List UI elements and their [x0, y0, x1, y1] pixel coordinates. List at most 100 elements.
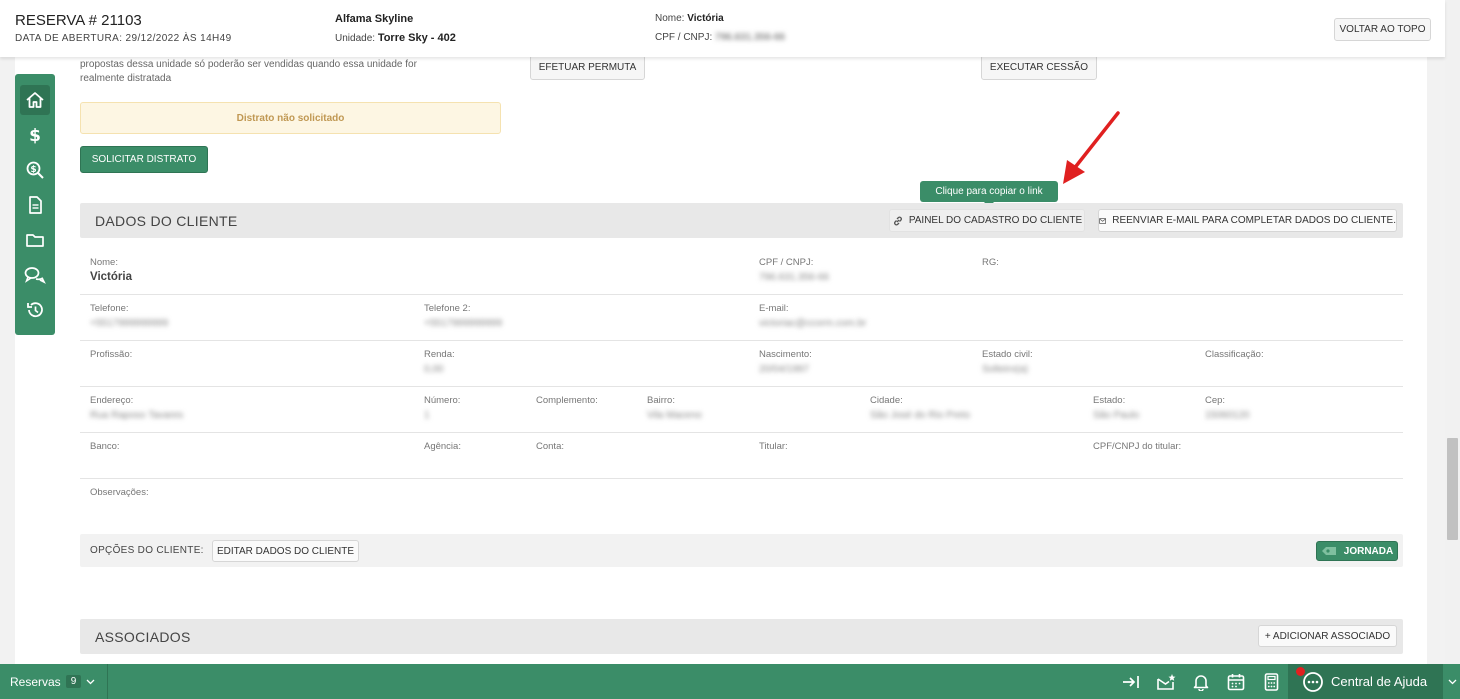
notifications-button[interactable] [1191, 672, 1211, 692]
signpost-icon [1321, 547, 1336, 555]
client-panel-label: PAINEL DO CADASTRO DO CLIENTE [908, 215, 1083, 226]
envelope-icon [1099, 217, 1106, 224]
messages-button[interactable] [1156, 672, 1176, 692]
doc-value: 796.631.356-66 [715, 32, 786, 43]
sidebar-item-history[interactable] [20, 295, 50, 325]
client-options-bar: OPÇÕES DO CLIENTE: EDITAR DADOS DO CLIEN… [80, 534, 1403, 567]
folder-icon [26, 234, 44, 247]
efetuar-permuta-button[interactable]: EFETUAR PERMUTA [530, 55, 645, 80]
calculator-icon [1264, 673, 1278, 691]
sidebar-item-folders[interactable] [20, 225, 50, 255]
svg-text:$: $ [30, 165, 36, 175]
distrato-status-alert: Distrato não solicitado [80, 102, 501, 134]
help-expand-toggle[interactable] [1445, 664, 1460, 699]
dollar-icon: $ [29, 126, 41, 145]
numero-value: 1 [424, 410, 430, 421]
profissao-label: Profissão: [90, 349, 133, 360]
journey-label: JORNADA [1343, 545, 1394, 557]
chevron-down-icon [86, 679, 95, 684]
opening-date: DATA DE ABERTURA: 29/12/2022 ÀS 14H49 [15, 33, 232, 44]
sidebar-nav: $ $ [15, 74, 55, 335]
nome-label: Nome: [90, 257, 118, 268]
page-scrollbar[interactable] [1445, 0, 1460, 664]
estado-civil-value: Solteiro(a) [982, 364, 1029, 375]
email-value: victoriac@ccorm.com.br [759, 318, 867, 329]
reservas-toggle[interactable]: Reservas 9 [0, 664, 108, 699]
endereco-label: Endereço: [90, 395, 134, 406]
bottom-toolbar: Reservas 9 Central de Ajuda [0, 664, 1460, 699]
unit-value: Torre Sky - 402 [377, 32, 456, 44]
scrollbar-thumb[interactable] [1447, 438, 1458, 540]
name-label: Nome: [655, 13, 685, 24]
cpf-label: CPF / CNPJ: [759, 257, 814, 268]
cep-label: Cep: [1205, 395, 1226, 406]
nascimento-value: 20/04/1997 [759, 364, 810, 375]
estado-label: Estado: [1093, 395, 1126, 406]
solicitar-distrato-button[interactable]: SOLICITAR DISTRATO [80, 146, 208, 173]
distrato-notice: propostas dessa unidade só poderão ser v… [80, 58, 417, 86]
associates-section-header: ASSOCIADOS + ADICIONAR ASSOCIADO [80, 619, 1403, 654]
cpf-titular-label: CPF/CNPJ do titular: [1093, 441, 1182, 452]
history-icon [27, 302, 43, 318]
sidebar-item-documents[interactable] [20, 190, 50, 220]
notification-dot [1296, 667, 1305, 676]
add-associate-button[interactable]: + ADICIONAR ASSOCIADO [1258, 625, 1397, 647]
nome-value: Victória [90, 271, 132, 283]
copy-link-tooltip: Clique para copiar o link [920, 181, 1058, 202]
bairro-value: Vila Maceno [647, 410, 702, 421]
name-value: Victória [687, 13, 724, 24]
notice-line-2: realmente distratada [80, 73, 172, 84]
reservas-label: Reservas [10, 674, 61, 689]
chat-help-icon [1303, 671, 1323, 692]
estado-value: São Paulo [1093, 410, 1140, 421]
cpf-value: 796.631.356-66 [759, 272, 830, 283]
project-name: Alfama Skyline [335, 13, 414, 25]
calculator-button[interactable] [1261, 672, 1281, 692]
complemento-label: Complemento: [536, 395, 598, 406]
sidebar-item-home[interactable] [20, 85, 50, 115]
telefone-label: Telefone: [90, 303, 129, 314]
sidebar-item-messages[interactable] [20, 260, 50, 290]
search-dollar-icon: $ [26, 161, 44, 179]
help-center-button[interactable]: Central de Ajuda [1288, 664, 1443, 699]
red-arrow-annotation [1063, 111, 1120, 184]
cep-value: 15060120 [1205, 410, 1250, 421]
renda-label: Renda: [424, 349, 455, 360]
chat-icon [24, 267, 46, 284]
observacoes-label: Observações: [90, 487, 149, 498]
rg-label: RG: [982, 257, 999, 268]
agencia-label: Agência: [424, 441, 461, 452]
calendar-button[interactable] [1226, 672, 1246, 692]
main-content [15, 57, 1427, 664]
doc-label: CPF / CNPJ: [655, 32, 713, 43]
row-divider [80, 478, 1403, 479]
client-options-label: OPÇÕES DO CLIENTE: [90, 545, 204, 556]
client-data-section-header: DADOS DO CLIENTE PAINEL DO CADASTRO DO C… [80, 203, 1403, 238]
sidebar-item-financial[interactable]: $ [20, 120, 50, 150]
edit-client-button[interactable]: EDITAR DADOS DO CLIENTE [212, 540, 359, 562]
help-center-label: Central de Ajuda [1331, 674, 1428, 689]
row-divider [80, 340, 1403, 341]
unit-label: Unidade: [335, 33, 376, 44]
row-divider [80, 294, 1403, 295]
bairro-label: Bairro: [647, 395, 675, 406]
cidade-value: São José do Rio Preto [870, 410, 971, 421]
resend-email-button[interactable]: REENVIAR E-MAIL PARA COMPLETAR DADOS DO … [1098, 209, 1397, 232]
back-to-top-button[interactable]: VOLTAR AO TOPO [1334, 18, 1431, 41]
executar-cessao-button[interactable]: EXECUTAR CESSÃO [981, 55, 1097, 80]
endereco-value: Rua Raposo Tavares [90, 410, 184, 421]
client-panel-button[interactable]: PAINEL DO CADASTRO DO CLIENTE [889, 209, 1085, 232]
client-name-info: Nome: Victória [655, 13, 724, 24]
home-icon [26, 92, 44, 108]
estado-civil-label: Estado civil: [982, 349, 1033, 360]
classificacao-label: Classificação: [1205, 349, 1264, 360]
row-divider [80, 432, 1403, 433]
reservation-title: RESERVA # 21103 [15, 12, 142, 29]
collapse-panel-button[interactable] [1121, 672, 1141, 692]
client-section-title: DADOS DO CLIENTE [95, 213, 238, 229]
email-label: E-mail: [759, 303, 789, 314]
journey-button[interactable]: JORNADA [1316, 541, 1398, 561]
sidebar-item-search-financial[interactable]: $ [20, 155, 50, 185]
reservation-header: RESERVA # 21103 DATA DE ABERTURA: 29/12/… [0, 0, 1445, 57]
reservas-count-badge: 9 [65, 675, 82, 688]
